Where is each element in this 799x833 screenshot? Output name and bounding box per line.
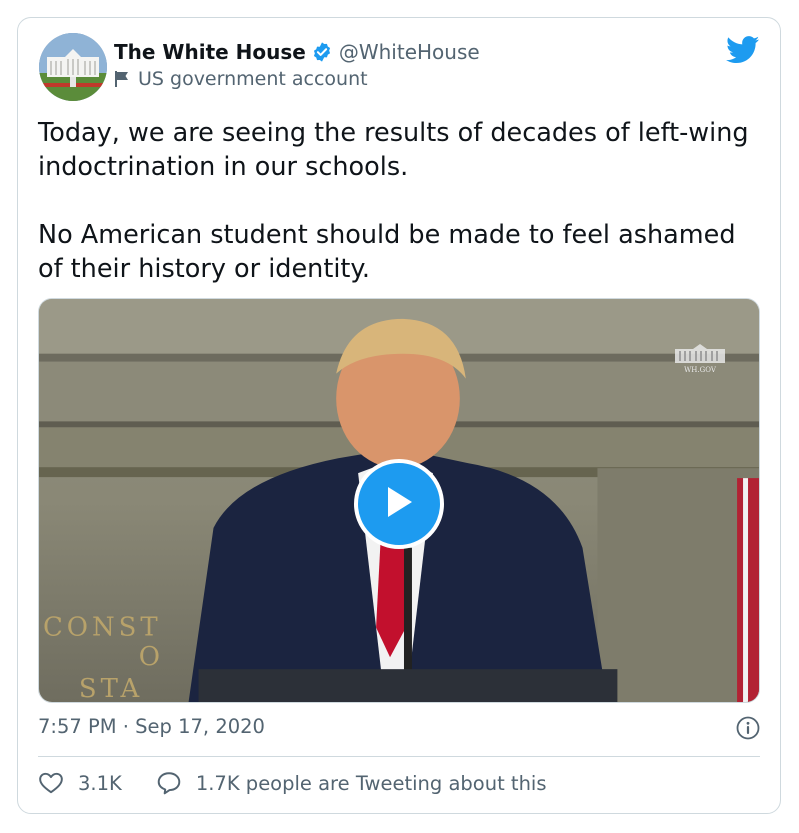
divider xyxy=(38,756,760,757)
tweet-text: Today, we are seeing the results of deca… xyxy=(38,116,758,286)
play-button[interactable] xyxy=(354,459,444,549)
account-name[interactable]: The White House xyxy=(114,40,306,64)
tweet-paragraph: No American student should be made to fe… xyxy=(38,220,736,284)
account-handle[interactable]: @WhiteHouse xyxy=(339,40,480,64)
tweet-card: The White House @WhiteHouse US governmen… xyxy=(17,17,781,814)
play-icon xyxy=(384,485,414,523)
tweet-actions: 3.1K 1.7K people are Tweeting about this xyxy=(38,770,547,796)
account-name-row: The White House @WhiteHouse xyxy=(114,40,480,64)
backdrop-inscription: CONST xyxy=(43,612,162,642)
like-button[interactable]: 3.1K xyxy=(38,770,122,796)
verified-badge-icon xyxy=(311,41,333,63)
info-icon[interactable] xyxy=(736,716,760,740)
speech-bubble-icon xyxy=(157,772,181,795)
like-count: 3.1K xyxy=(78,771,122,795)
avatar[interactable] xyxy=(39,33,107,101)
tweet-paragraph: Today, we are seeing the results of deca… xyxy=(38,118,749,182)
government-label: US government account xyxy=(138,68,368,90)
conversation-link[interactable]: 1.7K people are Tweeting about this xyxy=(156,770,547,796)
heart-icon xyxy=(39,772,63,794)
backdrop-inscription: STA xyxy=(79,674,143,702)
watermark-text: WH.GOV xyxy=(684,366,717,374)
twitter-bird-icon[interactable] xyxy=(726,36,760,64)
conversation-text: 1.7K people are Tweeting about this xyxy=(195,771,547,795)
tweet-timestamp[interactable]: 7:57 PM · Sep 17, 2020 xyxy=(38,715,265,738)
backdrop-inscription: O xyxy=(139,642,160,672)
government-label-row: US government account xyxy=(114,68,368,90)
flag-icon xyxy=(114,70,130,88)
whitehouse-watermark: WH.GOV xyxy=(671,341,729,375)
video-player[interactable]: CONST O STA WH.GOV xyxy=(38,298,760,703)
